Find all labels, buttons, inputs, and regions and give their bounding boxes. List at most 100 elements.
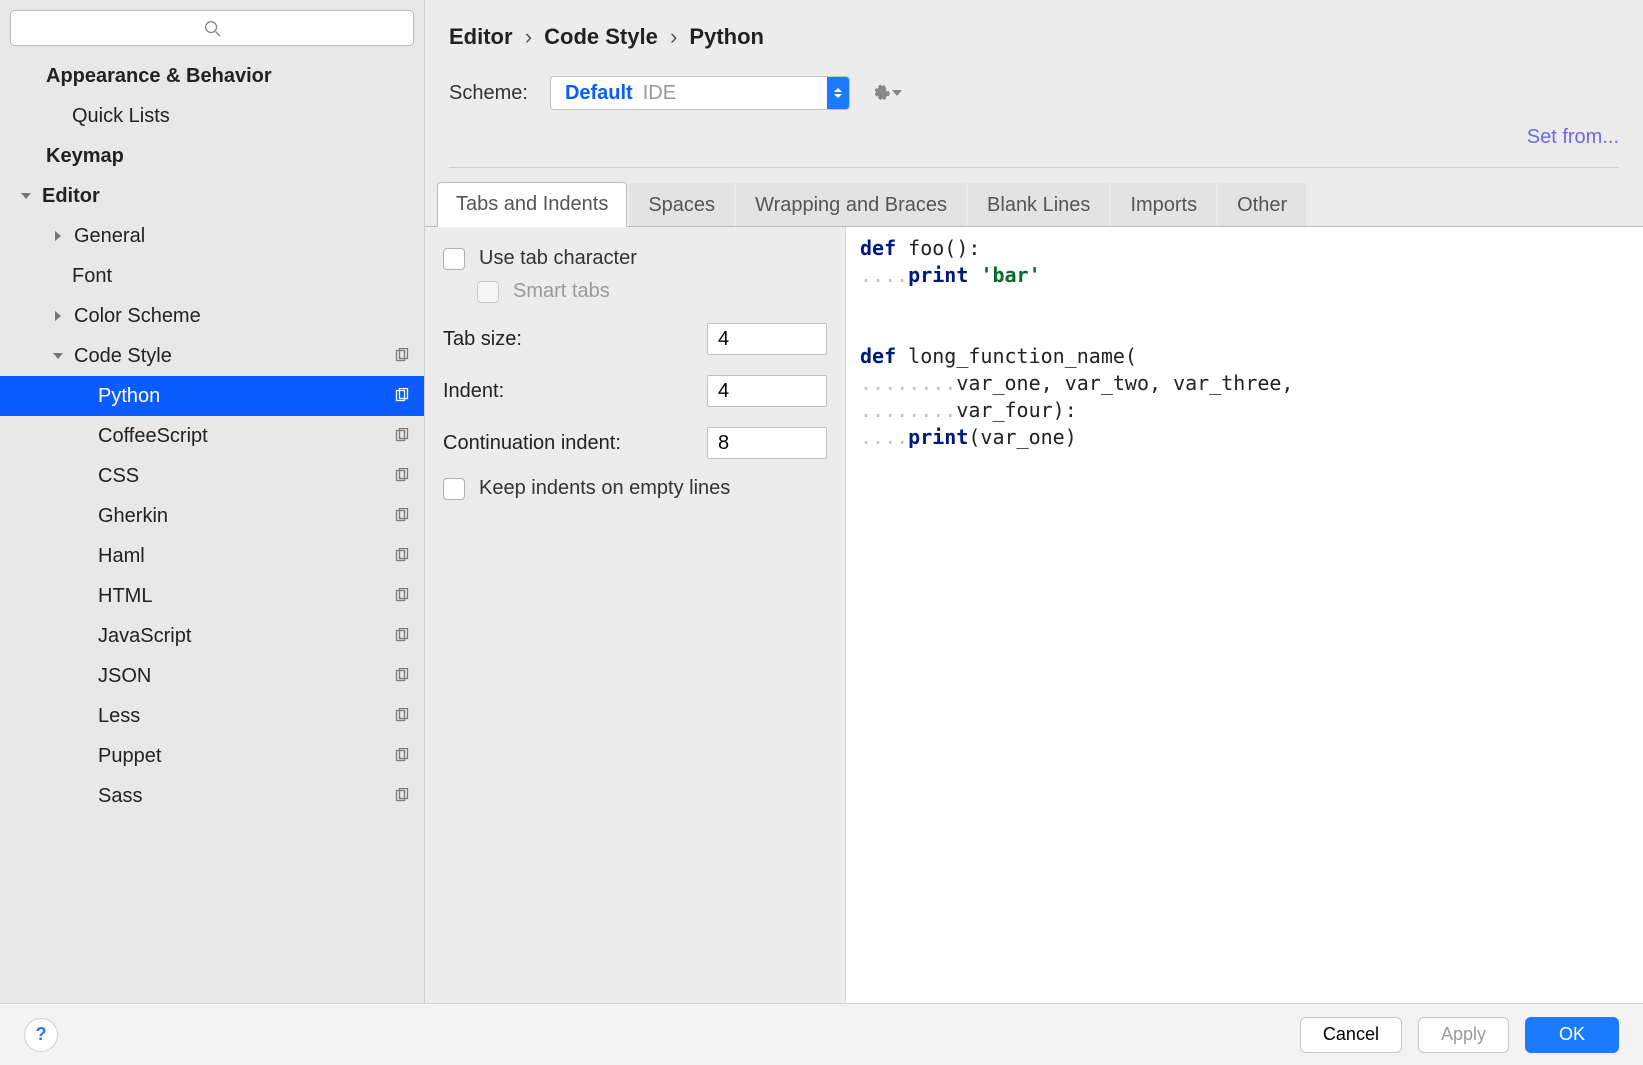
tree-code-style-json[interactable]: JSON — [0, 656, 424, 696]
apply-button: Apply — [1418, 1017, 1509, 1053]
tab-spaces[interactable]: Spaces — [629, 183, 734, 227]
copy-scheme-icon — [394, 628, 410, 644]
tree-label: Color Scheme — [74, 305, 424, 328]
tree-font[interactable]: Font — [0, 256, 424, 296]
tree-code-style[interactable]: Code Style — [0, 336, 424, 376]
tree-quick-lists[interactable]: Quick Lists — [0, 96, 424, 136]
tree-code-style-html[interactable]: HTML — [0, 576, 424, 616]
tree-label: HTML — [98, 585, 394, 608]
tab-label: Other — [1237, 194, 1287, 217]
continuation-indent-input[interactable] — [707, 427, 827, 459]
copy-scheme-icon — [394, 508, 410, 524]
tab-label: Wrapping and Braces — [755, 194, 947, 217]
divider — [449, 167, 1619, 168]
use-tab-character-checkbox[interactable] — [443, 248, 465, 270]
copy-scheme-icon — [394, 588, 410, 604]
settings-tree: Appearance & Behavior Quick Lists Keymap… — [0, 56, 424, 1003]
crumb-code-style[interactable]: Code Style — [544, 24, 658, 49]
field-label: Indent: — [443, 380, 504, 403]
tab-wrapping-braces[interactable]: Wrapping and Braces — [736, 183, 966, 227]
chevron-down-icon — [16, 186, 36, 206]
tree-label: Keymap — [46, 145, 424, 168]
tree-label: General — [74, 225, 424, 248]
copy-scheme-icon — [394, 348, 410, 364]
tree-label: Less — [98, 705, 394, 728]
gear-icon — [872, 84, 890, 102]
checkbox-label: Use tab character — [479, 247, 637, 270]
ok-button[interactable]: OK — [1525, 1017, 1619, 1053]
tree-label: Editor — [42, 185, 424, 208]
copy-scheme-icon — [394, 428, 410, 444]
copy-scheme-icon — [394, 708, 410, 724]
chevron-right-icon — [48, 306, 68, 326]
scheme-name: Default — [565, 82, 633, 105]
tree-label: Gherkin — [98, 505, 394, 528]
help-button[interactable]: ? — [24, 1018, 58, 1052]
cancel-button[interactable]: Cancel — [1300, 1017, 1402, 1053]
copy-scheme-icon — [394, 668, 410, 684]
tree-keymap[interactable]: Keymap — [0, 136, 424, 176]
scheme-select[interactable]: Default IDE — [550, 76, 850, 110]
tab-blank-lines[interactable]: Blank Lines — [968, 183, 1109, 227]
chevron-down-icon — [48, 346, 68, 366]
chevron-right-icon — [48, 226, 68, 246]
tree-code-style-gherkin[interactable]: Gherkin — [0, 496, 424, 536]
tree-appearance-behavior[interactable]: Appearance & Behavior — [0, 56, 424, 96]
tree-editor[interactable]: Editor — [0, 176, 424, 216]
indent-input[interactable] — [707, 375, 827, 407]
copy-scheme-icon — [394, 548, 410, 564]
tree-code-style-css[interactable]: CSS — [0, 456, 424, 496]
scheme-actions-button[interactable] — [872, 84, 902, 102]
settings-sidebar: Appearance & Behavior Quick Lists Keymap… — [0, 0, 424, 1003]
dialog-footer: ? Cancel Apply OK — [0, 1003, 1643, 1065]
set-from-link[interactable]: Set from... — [1527, 126, 1619, 148]
tab-other[interactable]: Other — [1218, 183, 1306, 227]
code-preview: def foo(): ....print 'bar' def long_func… — [845, 227, 1643, 1003]
copy-scheme-icon — [394, 468, 410, 484]
tree-general[interactable]: General — [0, 216, 424, 256]
tree-code-style-puppet[interactable]: Puppet — [0, 736, 424, 776]
tree-label: Font — [72, 265, 424, 288]
tree-label: Sass — [98, 785, 394, 808]
crumb-python: Python — [689, 24, 764, 49]
search-icon — [203, 19, 221, 37]
breadcrumb-separator: › — [664, 24, 683, 49]
tree-label: Appearance & Behavior — [46, 65, 424, 88]
tab-label: Imports — [1130, 194, 1197, 217]
tree-label: Quick Lists — [72, 105, 424, 128]
tab-imports[interactable]: Imports — [1111, 183, 1216, 227]
code-style-tabs: Tabs and Indents Spaces Wrapping and Bra… — [425, 182, 1643, 227]
tree-code-style-sass[interactable]: Sass — [0, 776, 424, 816]
tab-label: Spaces — [648, 194, 715, 217]
updown-icon — [827, 77, 849, 109]
tab-tabs-indents[interactable]: Tabs and Indents — [437, 182, 627, 227]
tree-label: JavaScript — [98, 625, 394, 648]
main-panel: Editor › Code Style › Python Scheme: Def… — [424, 0, 1643, 1003]
tree-label: Python — [98, 385, 394, 408]
breadcrumb: Editor › Code Style › Python — [425, 0, 1643, 50]
field-label: Tab size: — [443, 328, 522, 351]
tree-label: CSS — [98, 465, 394, 488]
tree-label: JSON — [98, 665, 394, 688]
tree-code-style-javascript[interactable]: JavaScript — [0, 616, 424, 656]
tree-label: CoffeeScript — [98, 425, 394, 448]
tree-color-scheme[interactable]: Color Scheme — [0, 296, 424, 336]
tree-code-style-haml[interactable]: Haml — [0, 536, 424, 576]
breadcrumb-separator: › — [519, 24, 538, 49]
tree-code-style-less[interactable]: Less — [0, 696, 424, 736]
scheme-suffix: IDE — [643, 82, 676, 105]
checkbox-label: Smart tabs — [513, 280, 610, 303]
keep-indents-checkbox[interactable] — [443, 478, 465, 500]
copy-scheme-icon — [394, 748, 410, 764]
checkbox-label: Keep indents on empty lines — [479, 477, 730, 500]
crumb-editor[interactable]: Editor — [449, 24, 513, 49]
chevron-down-icon — [892, 88, 902, 98]
tree-code-style-coffeescript[interactable]: CoffeeScript — [0, 416, 424, 456]
copy-scheme-icon — [394, 388, 410, 404]
tab-size-input[interactable] — [707, 323, 827, 355]
tree-label: Code Style — [74, 345, 394, 368]
indent-settings-form: Use tab character Smart tabs Tab size: I… — [425, 227, 845, 1003]
tree-label: Puppet — [98, 745, 394, 768]
search-box[interactable] — [10, 10, 414, 46]
tree-code-style-python[interactable]: Python — [0, 376, 424, 416]
